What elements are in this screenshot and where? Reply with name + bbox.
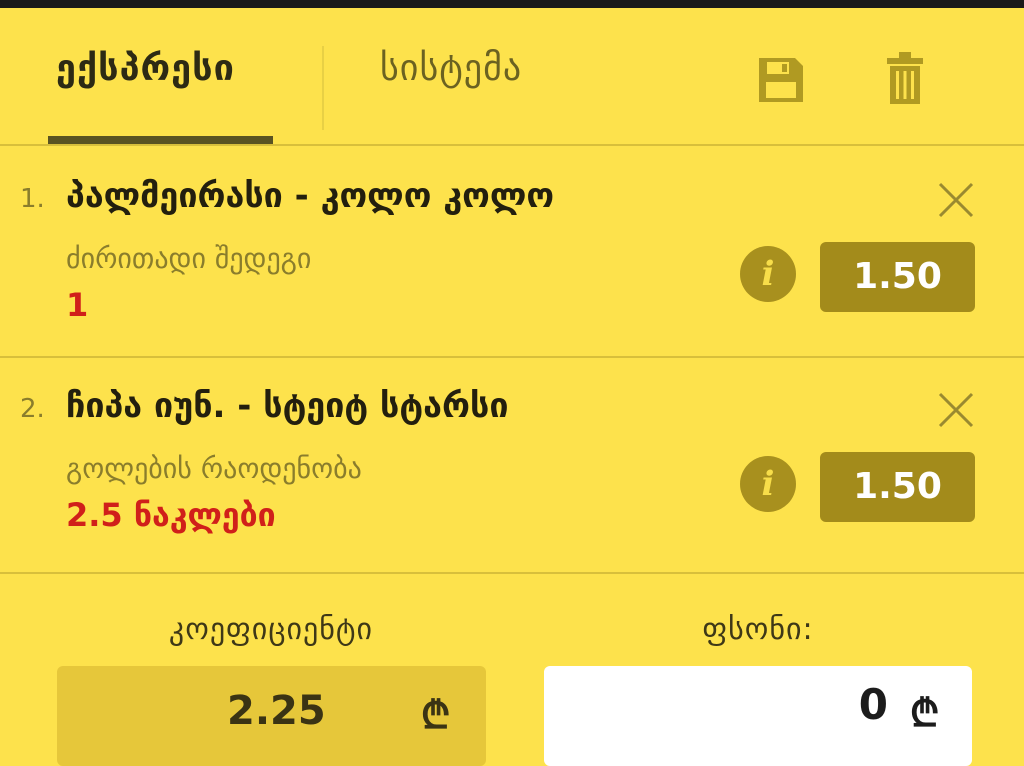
- bet-item: 1. პალმეირასი - კოლო კოლო ძირითადი შედეგ…: [0, 146, 1024, 358]
- lari-currency-icon: ₾: [910, 691, 940, 735]
- info-icon[interactable]: i: [740, 246, 796, 302]
- tab-divider: [322, 46, 324, 130]
- coefficient-label: კოეფიციენტი: [168, 612, 374, 647]
- bet-market: ძირითადი შედეგი: [66, 242, 312, 275]
- stake-label: ფსონი:: [702, 612, 814, 647]
- bet-event-title: პალმეირასი - კოლო კოლო: [66, 176, 555, 216]
- save-icon[interactable]: [757, 56, 805, 104]
- stake-value[interactable]: 0: [859, 680, 888, 729]
- tab-express[interactable]: ექსპრესი: [56, 48, 235, 89]
- close-icon[interactable]: [934, 178, 978, 222]
- stake-input[interactable]: 0 ₾: [544, 666, 972, 766]
- coefficient-value: 2.25: [227, 688, 326, 734]
- bet-event-title: ჩიპა იუნ. - სტეიტ სტარსი: [66, 386, 509, 426]
- trash-icon[interactable]: [886, 50, 924, 106]
- active-tab-indicator: [48, 136, 273, 144]
- lari-currency-icon: ₾: [421, 693, 451, 737]
- betslip-tabs: ექსპრესი სისტემა: [0, 8, 1024, 146]
- bet-number: 2.: [20, 394, 45, 424]
- bet-number: 1.: [20, 184, 45, 214]
- tab-system[interactable]: სისტემა: [380, 48, 522, 89]
- bet-market: გოლების რაოდენობა: [66, 452, 362, 485]
- odds-value[interactable]: 1.50: [820, 242, 975, 312]
- info-icon[interactable]: i: [740, 456, 796, 512]
- top-status-bar: [0, 0, 1024, 8]
- bet-item: 2. ჩიპა იუნ. - სტეიტ სტარსი გოლების რაოდ…: [0, 356, 1024, 574]
- close-icon[interactable]: [934, 388, 978, 432]
- coefficient-box: 2.25 ₾: [57, 666, 486, 766]
- bet-selection: 2.5 ნაკლები: [66, 496, 276, 534]
- betslip-summary: კოეფიციენტი ფსონი: 2.25 ₾ 0 ₾: [0, 574, 1024, 766]
- odds-value[interactable]: 1.50: [820, 452, 975, 522]
- bet-selection: 1: [66, 286, 89, 324]
